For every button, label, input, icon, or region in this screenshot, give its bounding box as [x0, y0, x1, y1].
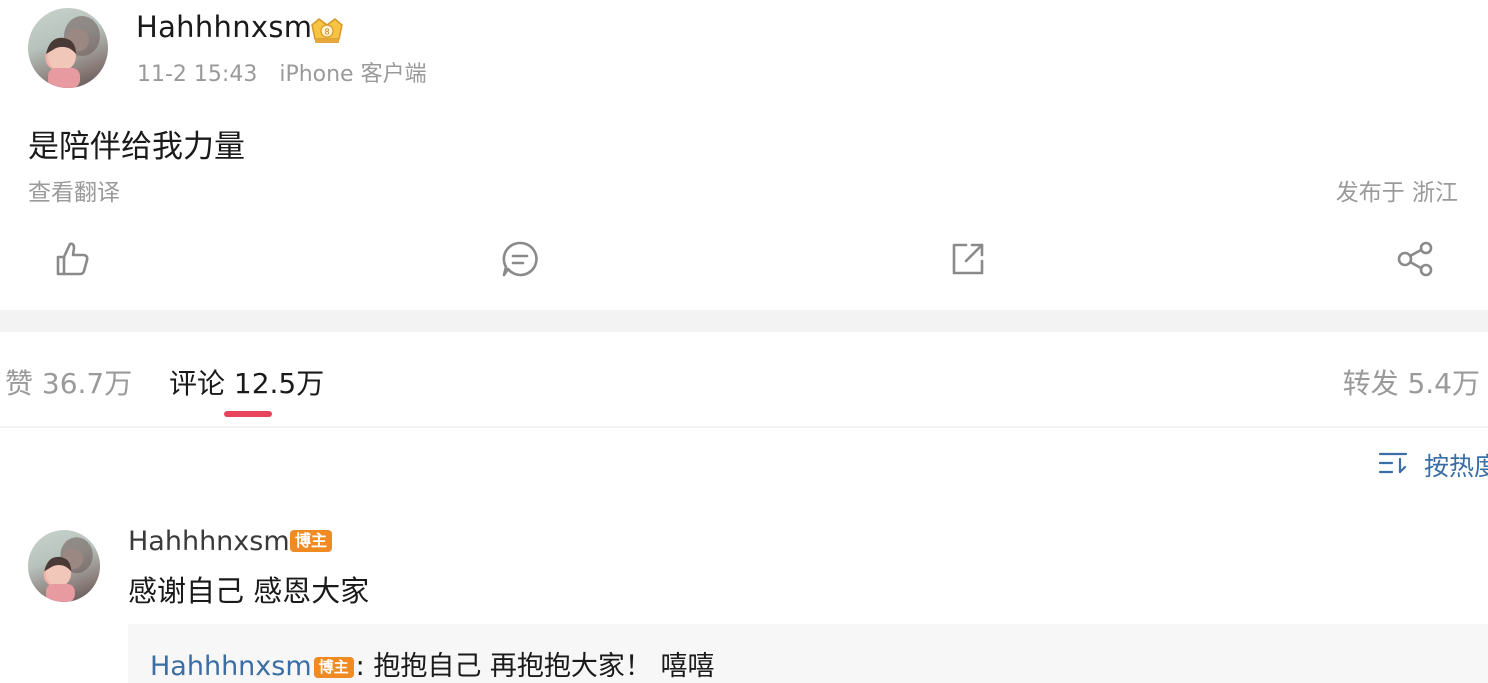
comment-text: 感谢自己 感恩大家 — [128, 574, 370, 608]
post-author-avatar[interactable] — [28, 8, 108, 88]
reply-text: : 抱抱自己 再抱抱大家！ 嘻嘻 — [355, 651, 715, 682]
reply-author-name[interactable]: Hahhhnxsm — [150, 651, 312, 682]
comment-author-name[interactable]: Hahhhnxsm — [128, 526, 290, 557]
post-text: 是陪伴给我力量 — [28, 129, 245, 165]
reply-blogger-badge: 博主 — [313, 657, 354, 678]
thumbs-up-icon[interactable] — [52, 239, 92, 279]
sort-by-hot-button[interactable]: 按热度 — [1424, 447, 1488, 483]
blogger-badge: 博主 — [290, 530, 333, 552]
translate-link[interactable]: 查看翻译 — [28, 173, 120, 207]
post-location: 发布于 浙江 — [1335, 180, 1458, 206]
post-client: iPhone 客户端 — [279, 62, 427, 87]
sort-icon[interactable] — [1378, 451, 1408, 475]
tab-reposts[interactable]: 转发 5.4万 — [1343, 362, 1480, 402]
tab-likes[interactable]: 赞 36.7万 — [5, 362, 132, 402]
svg-text:8: 8 — [324, 28, 329, 37]
share-icon[interactable] — [1396, 239, 1436, 279]
comment-bubble-icon[interactable] — [500, 239, 540, 279]
comment-author-avatar[interactable] — [28, 530, 100, 602]
active-tab-indicator — [224, 411, 272, 417]
section-separator — [0, 310, 1488, 332]
repost-icon[interactable] — [948, 239, 988, 279]
vip-crown-icon: 8 — [308, 13, 346, 47]
post-meta: 11-2 15:43 iPhone 客户端 — [137, 56, 427, 88]
post-date: 11-2 15:43 — [137, 62, 258, 87]
reply-line: Hahhhnxsm 博主: 抱抱自己 再抱抱大家！ 嘻嘻 — [150, 644, 715, 683]
tab-comments[interactable]: 评论 12.5万 — [169, 362, 324, 402]
divider — [0, 426, 1488, 428]
post-author-name[interactable]: Hahhhnxsm — [136, 10, 312, 44]
